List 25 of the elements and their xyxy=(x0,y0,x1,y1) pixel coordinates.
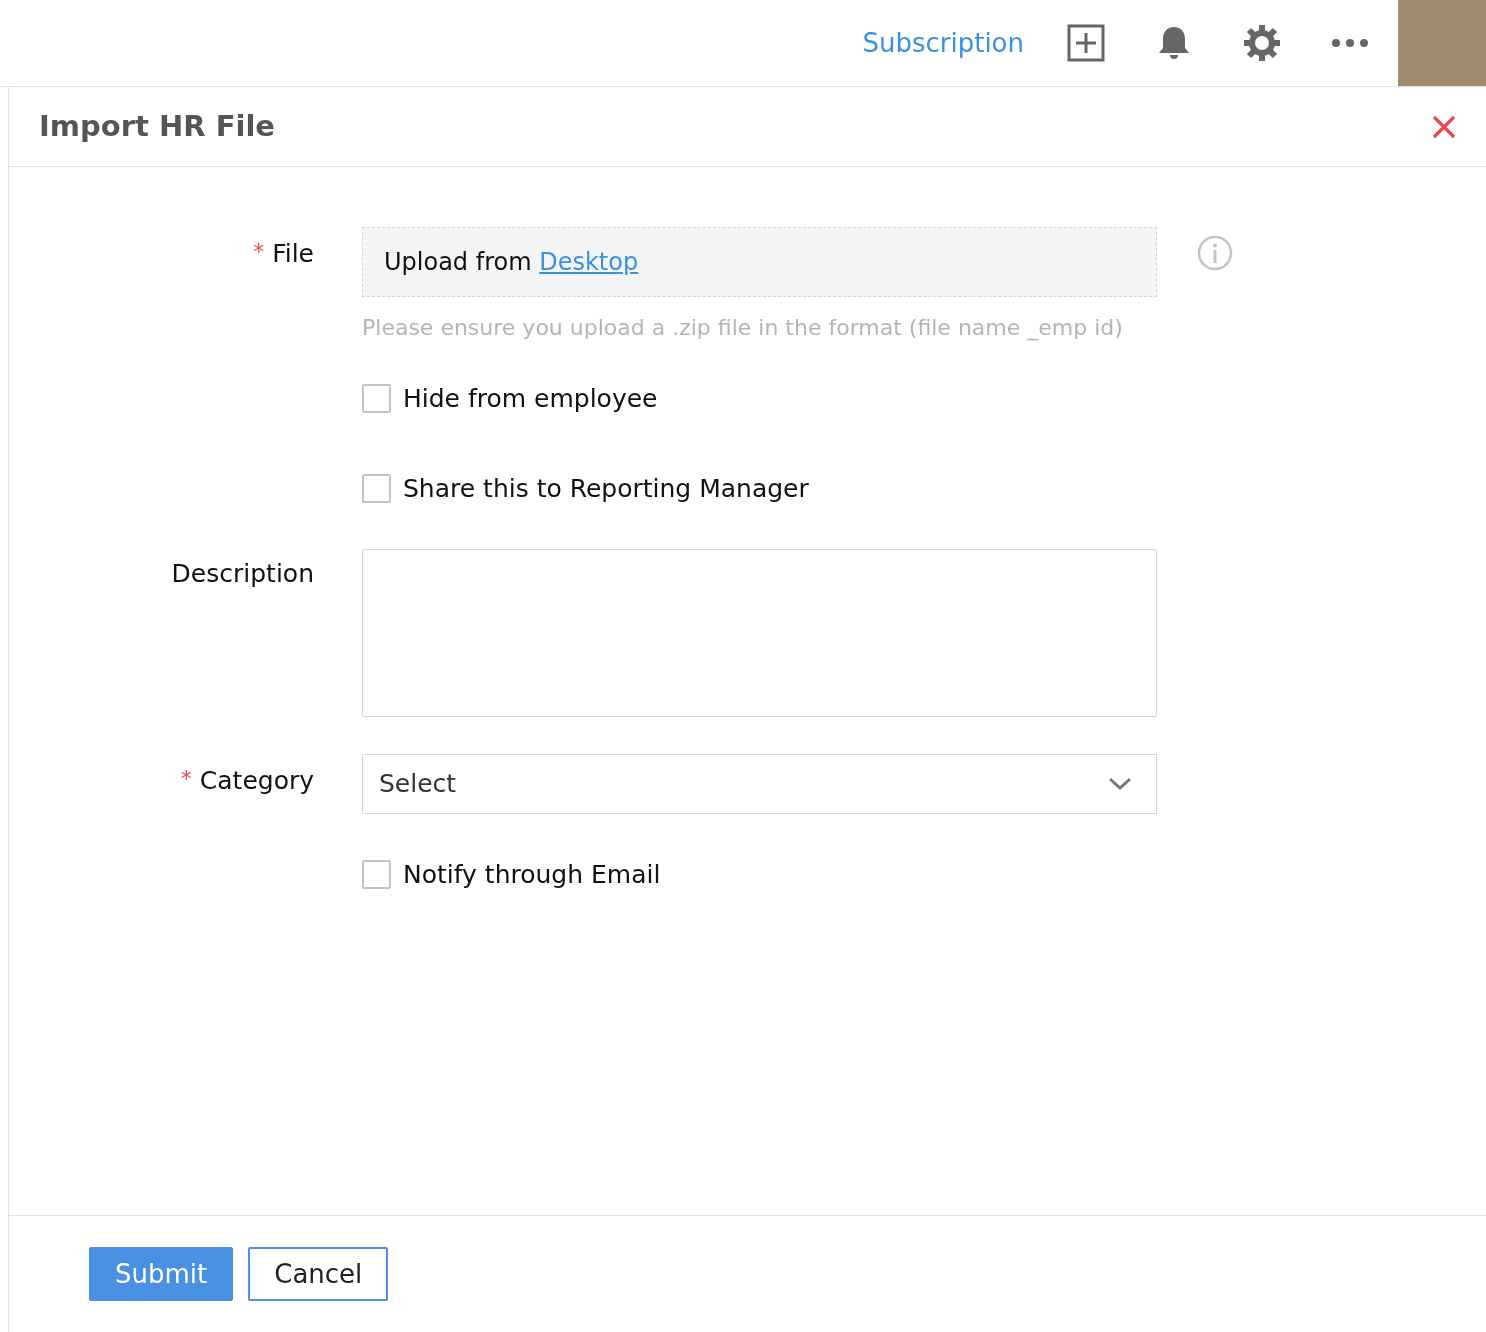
checkbox[interactable] xyxy=(362,473,391,503)
settings-icon[interactable] xyxy=(1243,24,1281,62)
close-icon xyxy=(1431,113,1457,140)
chevron-down-icon xyxy=(1108,777,1132,791)
checkbox[interactable] xyxy=(362,384,391,414)
description-field[interactable] xyxy=(362,549,1157,717)
upload-text: Upload from xyxy=(384,248,533,276)
field-label: Description xyxy=(171,559,314,588)
checkbox[interactable] xyxy=(362,860,391,890)
field-label: Category xyxy=(199,766,314,795)
checkbox-label: Notify through Email xyxy=(403,859,661,891)
dialog-title: Import HR File xyxy=(39,107,275,145)
category-dropdown[interactable]: Select xyxy=(362,754,1157,814)
cancel-button[interactable]: Cancel xyxy=(248,1247,389,1301)
hint-text: Please ensure you upload a .zip file in the format (file name _emp id) xyxy=(362,314,1124,343)
info-icon[interactable] xyxy=(1197,235,1233,271)
required-mark: * xyxy=(253,239,265,264)
checkbox-label: Share this to Reporting Manager xyxy=(403,472,809,505)
field-label: File xyxy=(272,239,314,268)
checkbox-label: Hide from employee xyxy=(403,383,658,415)
required-mark: * xyxy=(180,766,192,791)
more-icon[interactable] xyxy=(1331,38,1369,48)
upload-area[interactable]: Upload from Desktop xyxy=(362,227,1157,297)
add-icon[interactable] xyxy=(1067,24,1105,62)
photo-placeholder[interactable] xyxy=(1398,0,1486,86)
